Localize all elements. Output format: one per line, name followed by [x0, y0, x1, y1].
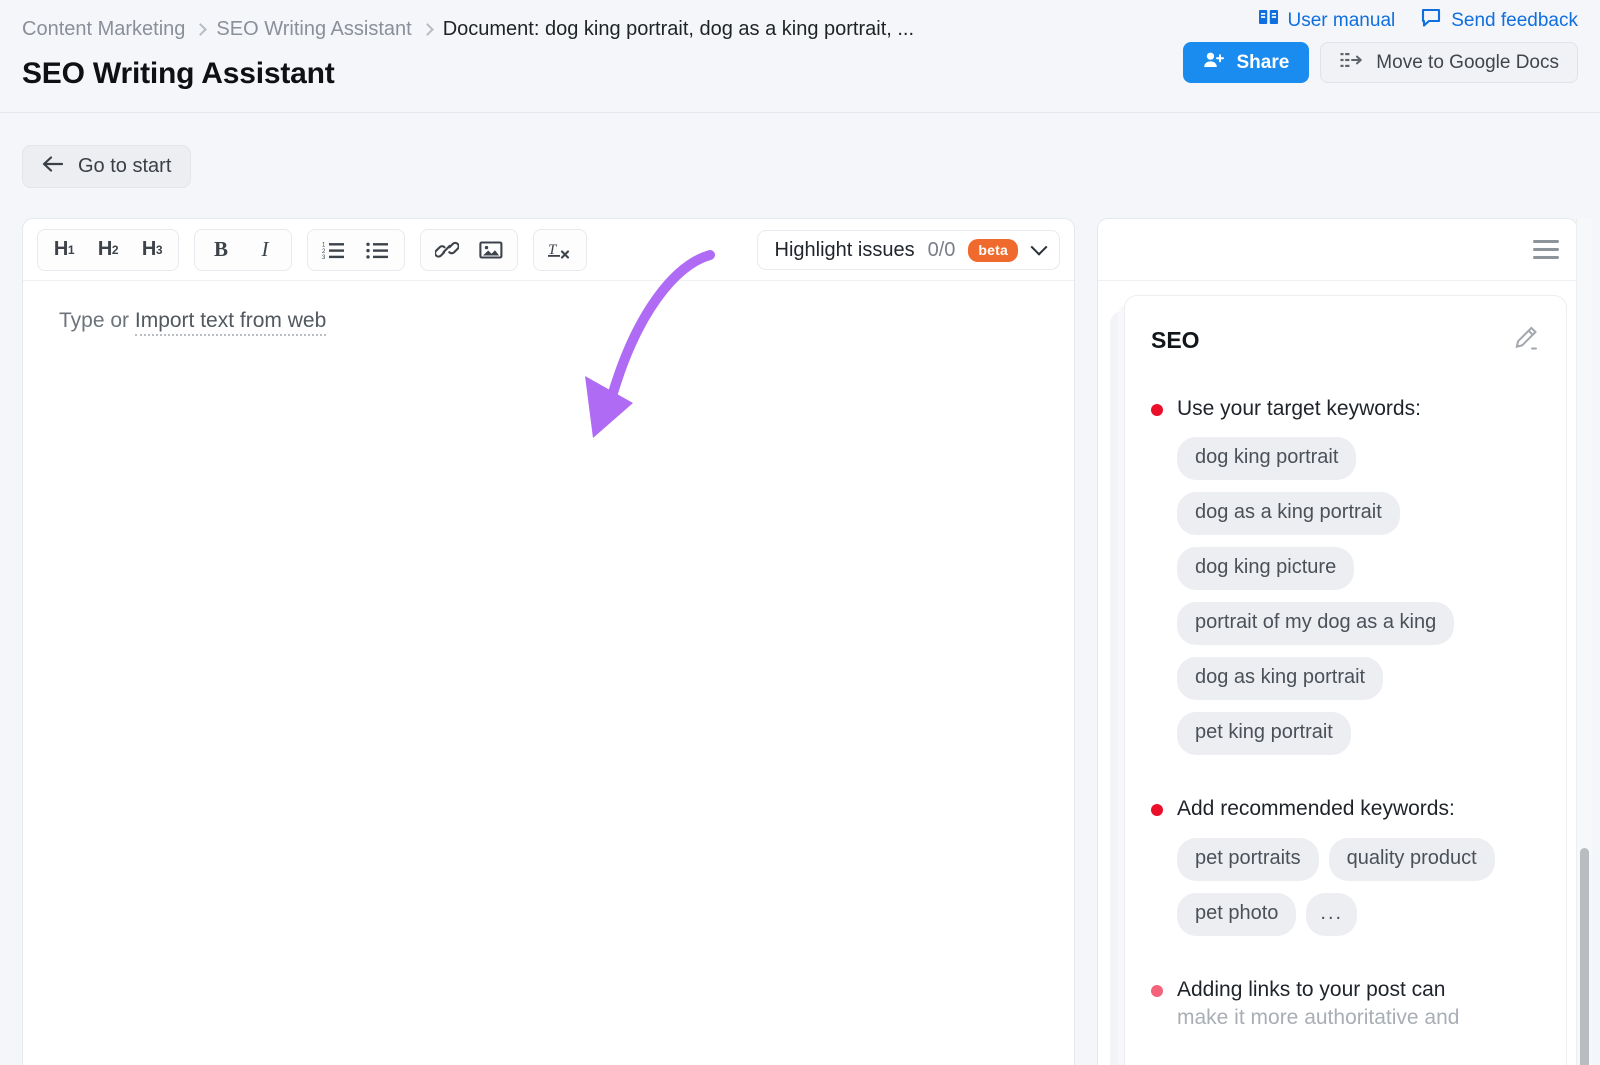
heading-2-button[interactable]: H2 [86, 233, 130, 267]
recommendation-list: Use your target keywords: dog king portr… [1151, 395, 1540, 1032]
insert-group [420, 229, 518, 271]
move-to-docs-icon [1339, 51, 1363, 75]
link-icon[interactable] [425, 233, 469, 267]
beta-badge: beta [968, 239, 1018, 262]
chevron-right-icon [421, 23, 434, 36]
move-to-google-docs-label: Move to Google Docs [1376, 52, 1559, 74]
recommendation-item: Adding links to your post can make it mo… [1151, 976, 1540, 1033]
svg-text:3: 3 [322, 255, 326, 260]
editor-placeholder: Type or Import text from web [59, 309, 1038, 333]
clear-format-group: T [533, 229, 587, 271]
keyword-chip[interactable]: dog as a king portrait [1177, 492, 1400, 535]
keyword-chip[interactable]: portrait of my dog as a king [1177, 602, 1454, 645]
list-group: 1 2 3 [307, 229, 405, 271]
chevron-down-icon[interactable] [1031, 239, 1048, 256]
recommendations-content: SEO Use your t [1098, 281, 1577, 1065]
bold-button[interactable]: B [199, 233, 243, 267]
recommendation-text: Add recommended keywords: [1177, 795, 1455, 823]
highlight-issues-count: 0/0 [928, 239, 956, 262]
highlight-issues-label: Highlight issues [775, 239, 915, 262]
status-dot-icon [1151, 804, 1163, 816]
clear-formatting-icon[interactable]: T [538, 233, 582, 267]
ordered-list-button[interactable]: 1 2 3 [312, 233, 356, 267]
seo-card-header: SEO [1151, 324, 1540, 357]
pencil-icon[interactable] [1512, 324, 1540, 357]
send-feedback-link[interactable]: Send feedback [1421, 8, 1578, 33]
header-buttons: Share Move to Google Docs [1183, 42, 1578, 83]
recommendation-item: Use your target keywords: [1151, 395, 1540, 423]
placeholder-prefix: Type or [59, 309, 135, 332]
heading-1-button[interactable]: H1 [42, 233, 86, 267]
svg-text:1: 1 [322, 242, 326, 248]
keyword-chip-group: dog king portrait dog as a king portrait… [1177, 437, 1517, 755]
heading-3-button[interactable]: H3 [130, 233, 174, 267]
go-to-start-label: Go to start [78, 155, 171, 178]
spacer [1151, 936, 1540, 976]
seo-card: SEO Use your t [1124, 295, 1567, 1065]
speech-bubble-icon [1421, 8, 1442, 33]
go-to-start-button[interactable]: Go to start [22, 145, 191, 188]
status-dot-icon [1151, 404, 1163, 416]
svg-text:2: 2 [322, 248, 326, 254]
italic-button[interactable]: I [243, 233, 287, 267]
recommendations-panel: SEO Use your t [1097, 218, 1578, 1065]
keyword-chip[interactable]: pet portraits [1177, 838, 1319, 881]
header-links: User manual Send feedback [1258, 8, 1578, 33]
editor-text-area[interactable]: Type or Import text from web [23, 281, 1074, 361]
hamburger-menu-icon[interactable] [1533, 240, 1559, 259]
recommendation-subtext: make it more authoritative and [1177, 1006, 1459, 1029]
heading-group: H1 H2 H3 [37, 229, 179, 271]
breadcrumb-item-document: Document: dog king portrait, dog as a ki… [443, 18, 914, 41]
main-content: Go to start H1 H2 H3 B I 1 2 3 [0, 113, 1600, 1065]
arrow-left-icon [42, 155, 64, 178]
keyword-chip[interactable]: dog as king portrait [1177, 657, 1383, 700]
recommendation-item: Add recommended keywords: [1151, 795, 1540, 823]
header-actions: User manual Send feedback [1183, 0, 1578, 83]
keyword-chip[interactable]: pet king portrait [1177, 712, 1351, 755]
breadcrumb-item-content-marketing[interactable]: Content Marketing [22, 18, 185, 41]
recommended-keyword-chip-group: pet portraits quality product pet photo … [1177, 838, 1517, 936]
keyword-chip[interactable]: quality product [1329, 838, 1495, 881]
text-style-group: B I [194, 229, 292, 271]
spacer [1151, 755, 1540, 795]
recommendations-panel-header [1098, 219, 1577, 281]
import-text-from-web-link[interactable]: Import text from web [135, 309, 326, 336]
share-label: Share [1236, 52, 1289, 74]
share-button[interactable]: Share [1183, 42, 1309, 83]
add-user-icon [1203, 51, 1225, 75]
book-icon [1258, 8, 1279, 33]
editor-panel: H1 H2 H3 B I 1 2 3 [22, 218, 1075, 1065]
editor-toolbar: H1 H2 H3 B I 1 2 3 [23, 219, 1074, 281]
user-manual-label: User manual [1288, 10, 1396, 32]
user-manual-link[interactable]: User manual [1258, 8, 1396, 33]
highlight-issues-dropdown[interactable]: Highlight issues 0/0 beta [757, 230, 1060, 270]
move-to-google-docs-button[interactable]: Move to Google Docs [1320, 42, 1578, 83]
image-icon[interactable] [469, 233, 513, 267]
keyword-chip[interactable]: dog king portrait [1177, 437, 1356, 480]
send-feedback-label: Send feedback [1451, 10, 1578, 32]
breadcrumb-item-seo-writing-assistant[interactable]: SEO Writing Assistant [216, 18, 411, 41]
keyword-chip[interactable]: pet photo [1177, 893, 1296, 936]
app-header: Content Marketing SEO Writing Assistant … [0, 0, 1600, 113]
recommendation-text: Use your target keywords: [1177, 395, 1421, 423]
status-dot-icon [1151, 985, 1163, 997]
panel-scrollbar-thumb[interactable] [1580, 848, 1589, 1065]
recommendation-text: Adding links to your post can [1177, 978, 1446, 1001]
chevron-right-icon [195, 23, 208, 36]
seo-card-title: SEO [1151, 327, 1200, 354]
keyword-chip[interactable]: dog king picture [1177, 547, 1354, 590]
recommendations-panel-stack: SEO Use your t [1097, 218, 1578, 1065]
more-keywords-chip[interactable]: ... [1306, 893, 1357, 936]
bulleted-list-button[interactable] [356, 233, 400, 267]
